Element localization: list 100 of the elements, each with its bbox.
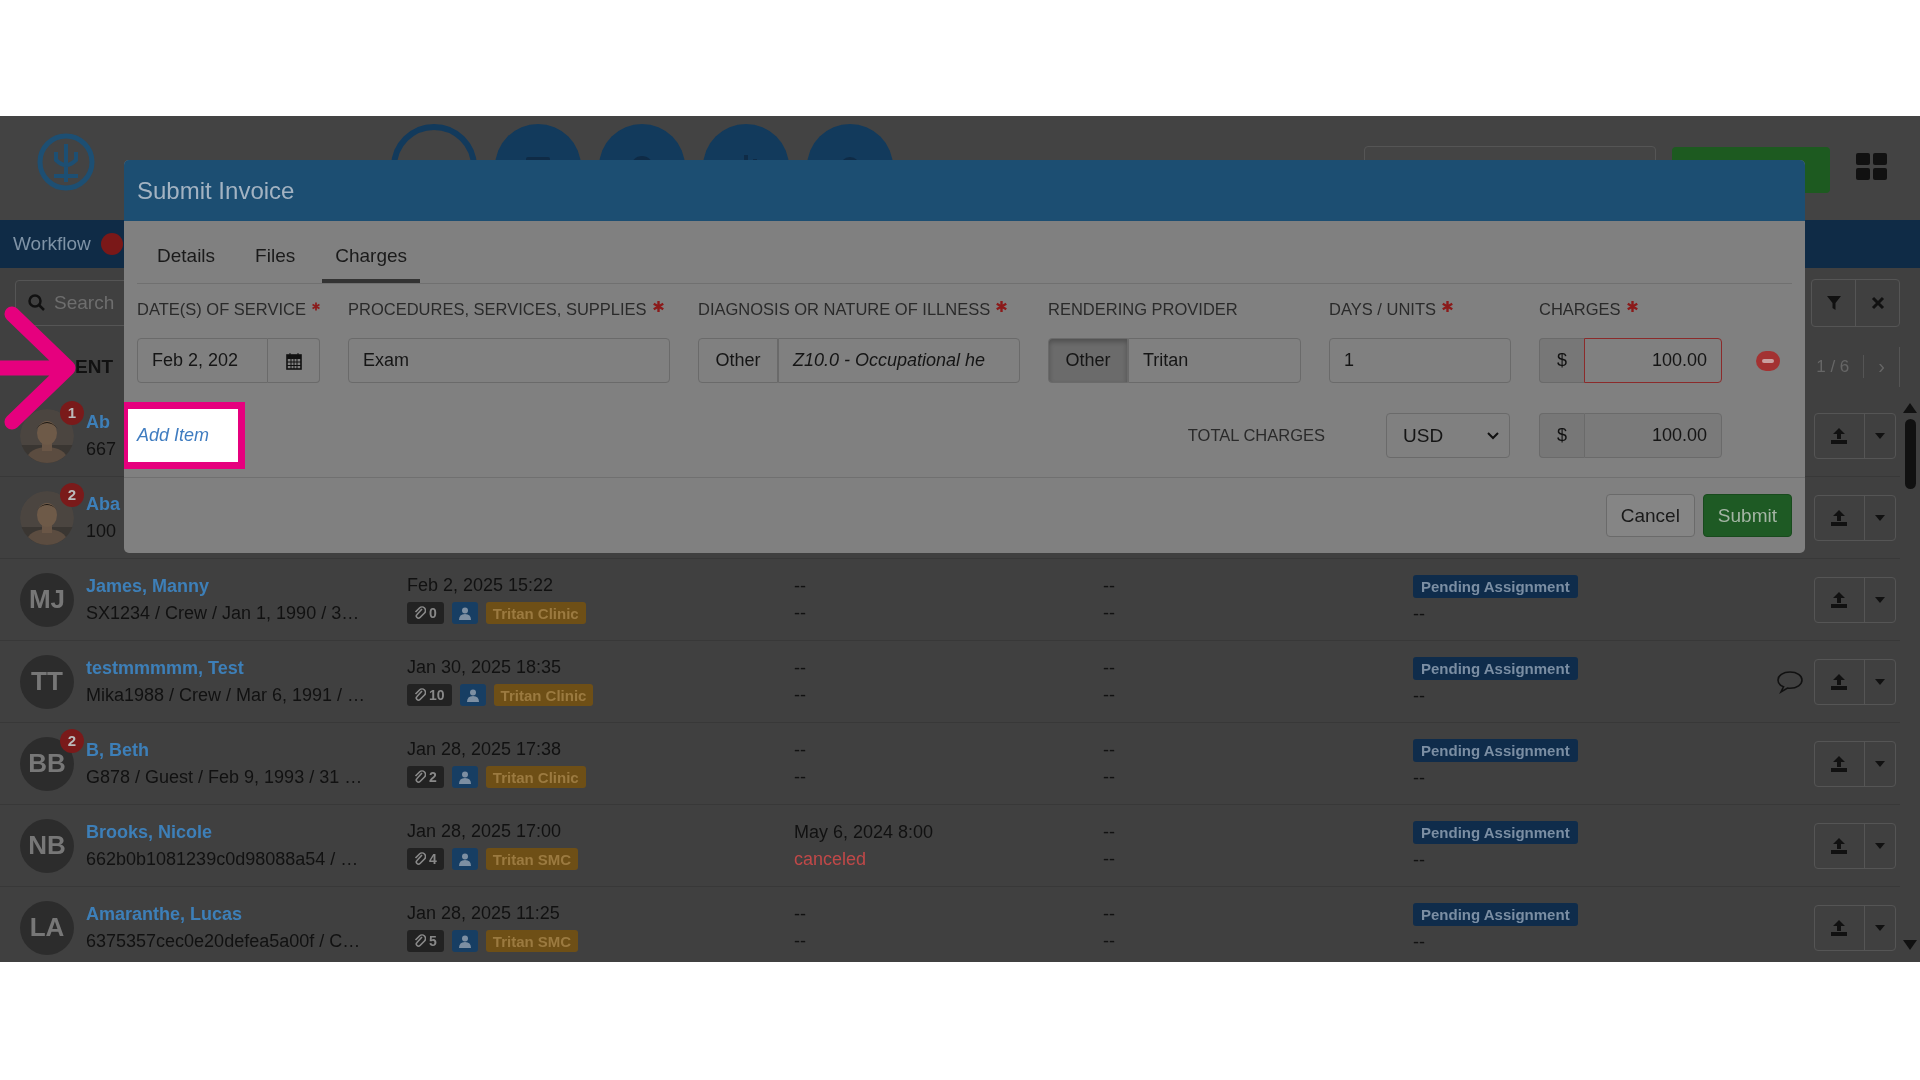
required-icon	[312, 301, 320, 312]
table-cell-text: --	[1103, 602, 1116, 624]
text-field[interactable]: 1	[1329, 338, 1511, 383]
caret-icon	[1874, 842, 1885, 849]
status-badge: Pending Assignment	[1413, 574, 1578, 598]
field-label: RENDERING PROVIDER	[1048, 300, 1238, 319]
field-label: CHARGES	[1539, 300, 1621, 319]
attachment-count: 0	[429, 605, 437, 621]
notification-badge: 1	[60, 400, 84, 425]
notification-badge: 2	[60, 728, 84, 753]
option-button[interactable]: Other	[1048, 338, 1128, 383]
attachment-count: 4	[429, 851, 437, 867]
upload-icon	[1829, 836, 1850, 855]
date-field[interactable]: Feb 2, 202	[137, 338, 268, 383]
tab[interactable]: Files	[242, 245, 309, 283]
table-cell-text: --	[1413, 603, 1426, 625]
table-cell-text: --	[1413, 685, 1426, 707]
currency-select[interactable]: USD	[1386, 413, 1510, 458]
scroll-up-icon[interactable]	[1903, 403, 1917, 413]
total-label: TOTAL CHARGES	[1187, 426, 1325, 445]
patient-name-link[interactable]: Amaranthe, Lucas	[86, 903, 407, 925]
remove-button[interactable]	[1756, 351, 1780, 371]
paperclip-icon	[414, 606, 426, 620]
caret-icon	[1874, 924, 1885, 931]
comment-icon[interactable]	[1776, 668, 1804, 695]
trident-logo-icon	[36, 132, 96, 192]
table-cell-text: --	[1103, 930, 1116, 952]
text-field[interactable]: Exam	[348, 338, 670, 383]
tab[interactable]: Charges	[322, 245, 421, 283]
submit-button[interactable]: Submit	[1702, 494, 1792, 537]
notification-badge	[100, 233, 123, 255]
status-badge: Pending Assignment	[1413, 902, 1578, 926]
avatar: NB	[20, 818, 74, 873]
text-field[interactable]: Z10.0 - Occupational he	[778, 338, 1020, 383]
avatar: MJ	[20, 572, 74, 627]
scrollbar-thumb[interactable]	[1904, 419, 1916, 489]
caret-icon	[1874, 514, 1885, 521]
required-icon	[1626, 301, 1638, 312]
text-field[interactable]: Tritan	[1128, 338, 1301, 383]
caret-icon	[1874, 432, 1885, 439]
patient-name-link[interactable]: B, Beth	[86, 739, 407, 761]
upload-icon	[1829, 590, 1850, 609]
chevron-down-icon	[1487, 431, 1499, 440]
status-badge: Pending Assignment	[1413, 738, 1578, 762]
table-cell-text: --	[1103, 739, 1116, 761]
table-cell-text: --	[794, 903, 807, 925]
filter-icon	[1825, 295, 1842, 311]
table-cell-text: --	[1413, 849, 1426, 871]
table-cell-text: --	[1103, 821, 1116, 843]
notification-badge: 2	[60, 482, 84, 507]
table-cell-text: --	[794, 739, 807, 761]
table-cell-text: --	[1103, 575, 1116, 597]
option-button[interactable]: Other	[698, 338, 778, 383]
paperclip-icon	[414, 852, 426, 866]
calendar-icon	[285, 351, 302, 370]
amount-field[interactable]: 100.00	[1584, 338, 1722, 383]
person-icon	[458, 770, 471, 784]
total-field: 100.00	[1584, 413, 1722, 458]
upload-icon	[1829, 508, 1850, 527]
avatar: LA	[20, 900, 74, 955]
required-icon	[1441, 301, 1453, 312]
table-cell-text: --	[794, 657, 807, 679]
scroll-down-icon[interactable]	[1903, 940, 1917, 950]
field-label: DAYS / UNITS	[1329, 300, 1436, 319]
field-label: DIAGNOSIS OR NATURE OF ILLNESS	[698, 300, 991, 319]
paperclip-icon	[414, 770, 426, 784]
patient-name-link[interactable]: testmmmmm, Test	[86, 657, 407, 679]
currency-addon: $	[1539, 338, 1584, 383]
table-cell-text: --	[1103, 903, 1116, 925]
search-icon	[28, 294, 46, 312]
attachment-count: 10	[429, 687, 445, 703]
table-cell-text: --	[1103, 684, 1116, 706]
table-cell-text: --	[794, 602, 807, 624]
caret-icon	[1874, 596, 1885, 603]
close-icon	[1870, 296, 1885, 310]
field-label: PROCEDURES, SERVICES, SUPPLIES	[348, 300, 647, 319]
currency-addon: $	[1539, 413, 1584, 458]
modal-title: Submit Invoice	[137, 176, 295, 205]
table-cell-text: --	[1413, 767, 1426, 789]
upload-icon	[1829, 672, 1850, 691]
calendar-button[interactable]	[268, 338, 320, 383]
upload-icon	[1829, 918, 1850, 937]
upload-icon	[1829, 754, 1850, 773]
caret-icon	[1874, 760, 1885, 767]
status-badge: Pending Assignment	[1413, 820, 1578, 844]
table-cell-text: --	[794, 684, 807, 706]
table-cell-text: --	[1103, 657, 1116, 679]
person-icon	[458, 934, 471, 948]
add-item-link[interactable]: Add Item	[137, 425, 210, 446]
grid-icon[interactable]	[1856, 153, 1888, 181]
table-cell-text: --	[1103, 848, 1116, 870]
table-cell-text: --	[794, 766, 807, 788]
nav-tab[interactable]: Workflow	[13, 233, 91, 255]
patient-name-link[interactable]: Brooks, Nicole	[86, 821, 407, 843]
table-cell-text: --	[1103, 766, 1116, 788]
paperclip-icon	[414, 934, 426, 948]
patient-name-link[interactable]: James, Manny	[86, 575, 407, 597]
table-cell-text: --	[1413, 931, 1426, 953]
tab[interactable]: Details	[144, 245, 229, 283]
cancel-button[interactable]: Cancel	[1605, 494, 1695, 537]
